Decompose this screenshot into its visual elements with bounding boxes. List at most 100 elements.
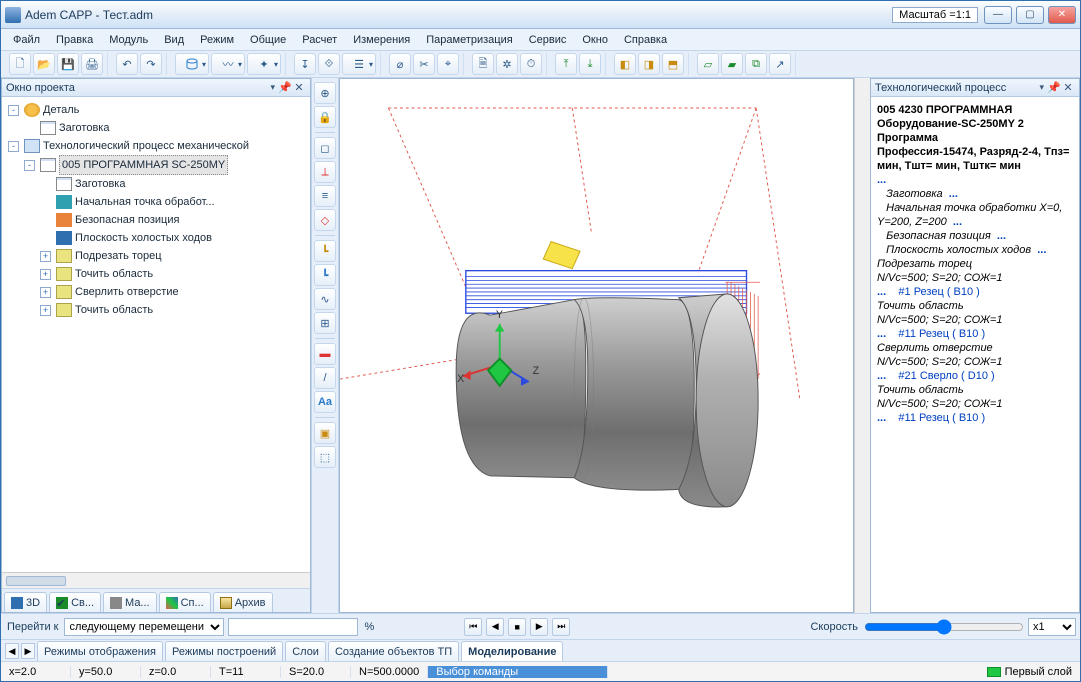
vt-box-icon[interactable]: ◻ bbox=[314, 137, 336, 159]
tab-layers[interactable]: Слои bbox=[285, 641, 326, 661]
tab-material[interactable]: Ма... bbox=[103, 592, 157, 612]
speed-select[interactable]: x1 bbox=[1028, 618, 1076, 636]
axis-icon[interactable]: ↗ bbox=[769, 53, 791, 75]
tree-node[interactable]: -Технологический процесс механической bbox=[8, 137, 308, 155]
menu-help[interactable]: Справка bbox=[618, 32, 673, 48]
menu-service[interactable]: Сервис bbox=[523, 32, 573, 48]
tree-hscroll[interactable] bbox=[2, 572, 310, 588]
vt-face-icon[interactable]: ▬ bbox=[314, 343, 336, 365]
node-label[interactable]: 005 ПРОГРАММНАЯ SC-250MY bbox=[59, 155, 228, 175]
node-label[interactable]: Подрезать торец bbox=[75, 247, 162, 265]
tab-svoistva[interactable]: ✔Св... bbox=[49, 592, 101, 612]
pin-icon[interactable]: 📌 bbox=[1047, 81, 1061, 94]
tree-node[interactable]: Плоскость холостых ходов bbox=[40, 229, 308, 247]
tab-build-modes[interactable]: Режимы построений bbox=[165, 641, 283, 661]
menu-module[interactable]: Модуль bbox=[103, 32, 154, 48]
tree-node[interactable]: + Подрезать торец bbox=[40, 247, 308, 265]
view-c-icon[interactable]: ⬒ bbox=[662, 53, 684, 75]
expand-icon[interactable]: - bbox=[24, 160, 35, 171]
clock-icon[interactable]: ⏱ bbox=[520, 53, 542, 75]
expand-icon[interactable]: + bbox=[40, 287, 51, 298]
expand-icon[interactable]: + bbox=[40, 269, 51, 280]
tab-scroll-right-icon[interactable]: ▶ bbox=[21, 643, 35, 659]
pin-icon[interactable]: 📌 bbox=[278, 81, 292, 94]
tab-3d[interactable]: 3D bbox=[4, 592, 47, 612]
node-label[interactable]: Заготовка bbox=[59, 119, 109, 137]
vt-target-icon[interactable]: ⊕ bbox=[314, 82, 336, 104]
node-label[interactable]: Плоскость холостых ходов bbox=[75, 229, 212, 247]
panel-close-icon[interactable]: ✕ bbox=[1061, 81, 1075, 94]
tree-node[interactable]: - 005 ПРОГРАММНАЯ SC-250MY bbox=[24, 155, 308, 175]
panel-dropdown-icon[interactable]: ▾ bbox=[1039, 82, 1044, 93]
expand-icon[interactable]: - bbox=[8, 141, 19, 152]
layer-b-icon[interactable]: ▰ bbox=[721, 53, 743, 75]
scissors-icon[interactable]: ✂ bbox=[413, 53, 435, 75]
vt-aa-icon[interactable]: Aa bbox=[314, 391, 336, 413]
tree-node[interactable]: + Точить область bbox=[40, 265, 308, 283]
status-layer[interactable]: Первый слой bbox=[979, 666, 1080, 678]
nav-stop-icon[interactable]: ■ bbox=[508, 618, 526, 636]
check-icon[interactable]: ⌖ bbox=[437, 53, 459, 75]
expand-icon[interactable]: + bbox=[40, 305, 51, 316]
vt-mid-icon[interactable]: ≡ bbox=[314, 185, 336, 207]
mark-icon[interactable]: ✦ bbox=[247, 53, 281, 75]
nav-first-icon[interactable]: ⏮ bbox=[464, 618, 482, 636]
expand-icon[interactable]: - bbox=[8, 105, 19, 116]
layer-a-icon[interactable]: ▱ bbox=[697, 53, 719, 75]
menu-view[interactable]: Вид bbox=[158, 32, 190, 48]
3d-viewport[interactable]: X Y Z bbox=[339, 78, 854, 613]
tree-node[interactable]: Заготовка bbox=[40, 175, 308, 193]
node-label[interactable]: Точить область bbox=[75, 301, 153, 319]
menu-edit[interactable]: Правка bbox=[50, 32, 99, 48]
percent-input[interactable] bbox=[228, 618, 358, 636]
view-a-icon[interactable]: ◧ bbox=[614, 53, 636, 75]
panel-close-icon[interactable]: ✕ bbox=[292, 81, 306, 94]
open-icon[interactable]: 📂 bbox=[33, 53, 55, 75]
nav-last-icon[interactable]: ⏭ bbox=[552, 618, 570, 636]
gear2-icon[interactable]: ✲ bbox=[496, 53, 518, 75]
maximize-button[interactable]: ▢ bbox=[1016, 6, 1044, 24]
goto-select[interactable]: следующему перемещени bbox=[64, 618, 224, 636]
undo-icon[interactable]: ↶ bbox=[116, 53, 138, 75]
project-tree[interactable]: -ДетальЗаготовка-Технологический процесс… bbox=[2, 97, 310, 572]
node-label[interactable]: Сверлить отверстие bbox=[75, 283, 179, 301]
nav-prev-icon[interactable]: ◀ bbox=[486, 618, 504, 636]
tool-b-icon[interactable]: ⟐ bbox=[318, 53, 340, 75]
cyl-icon[interactable] bbox=[175, 53, 209, 75]
vt-curve-icon[interactable]: ∿ bbox=[314, 288, 336, 310]
node-label[interactable]: Точить область bbox=[75, 265, 153, 283]
vt-axisL2-icon[interactable]: ┗ bbox=[314, 264, 336, 286]
cylinder-icon[interactable]: ⌀ bbox=[389, 53, 411, 75]
vt-lock-icon[interactable]: 🔒 bbox=[314, 106, 336, 128]
menu-window[interactable]: Окно bbox=[576, 32, 614, 48]
vt-wire-icon[interactable]: ⬚ bbox=[314, 446, 336, 468]
vt-end-icon[interactable]: ⟂ bbox=[314, 161, 336, 183]
node-label[interactable]: Безопасная позиция bbox=[75, 211, 179, 229]
tab-scroll-left-icon[interactable]: ◀ bbox=[5, 643, 19, 659]
tree-node[interactable]: -Деталь bbox=[8, 101, 308, 119]
tree-node[interactable]: Начальная точка обработ... bbox=[40, 193, 308, 211]
expand-icon[interactable]: + bbox=[40, 251, 51, 262]
nav-next-icon[interactable]: ▶ bbox=[530, 618, 548, 636]
tab-archive[interactable]: Архив bbox=[213, 592, 273, 612]
minimize-button[interactable]: — bbox=[984, 6, 1012, 24]
scale-indicator[interactable]: Масштаб =1:1 bbox=[892, 7, 978, 23]
new-icon[interactable]: 🗋 bbox=[9, 53, 31, 75]
vt-vertex-icon[interactable]: ◇ bbox=[314, 209, 336, 231]
menu-param[interactable]: Параметризация bbox=[420, 32, 518, 48]
vt-grid-icon[interactable]: ⊞ bbox=[314, 312, 336, 334]
menu-measure[interactable]: Измерения bbox=[347, 32, 416, 48]
tab-modeling[interactable]: Моделирование bbox=[461, 641, 563, 661]
tab-sp[interactable]: Сп... bbox=[159, 592, 211, 612]
tree-node[interactable]: Безопасная позиция bbox=[40, 211, 308, 229]
menu-calc[interactable]: Расчет bbox=[296, 32, 343, 48]
vt-edge-icon[interactable]: / bbox=[314, 367, 336, 389]
vt-axisL-icon[interactable]: ┗ bbox=[314, 240, 336, 262]
print-icon[interactable]: 🖨 bbox=[81, 53, 103, 75]
vt-cube-icon[interactable]: ▣ bbox=[314, 422, 336, 444]
redo-icon[interactable]: ↷ bbox=[140, 53, 162, 75]
node-label[interactable]: Заготовка bbox=[75, 175, 125, 193]
node-label[interactable]: Начальная точка обработ... bbox=[75, 193, 215, 211]
tree-node[interactable]: + Сверлить отверстие bbox=[40, 283, 308, 301]
menu-common[interactable]: Общие bbox=[244, 32, 292, 48]
